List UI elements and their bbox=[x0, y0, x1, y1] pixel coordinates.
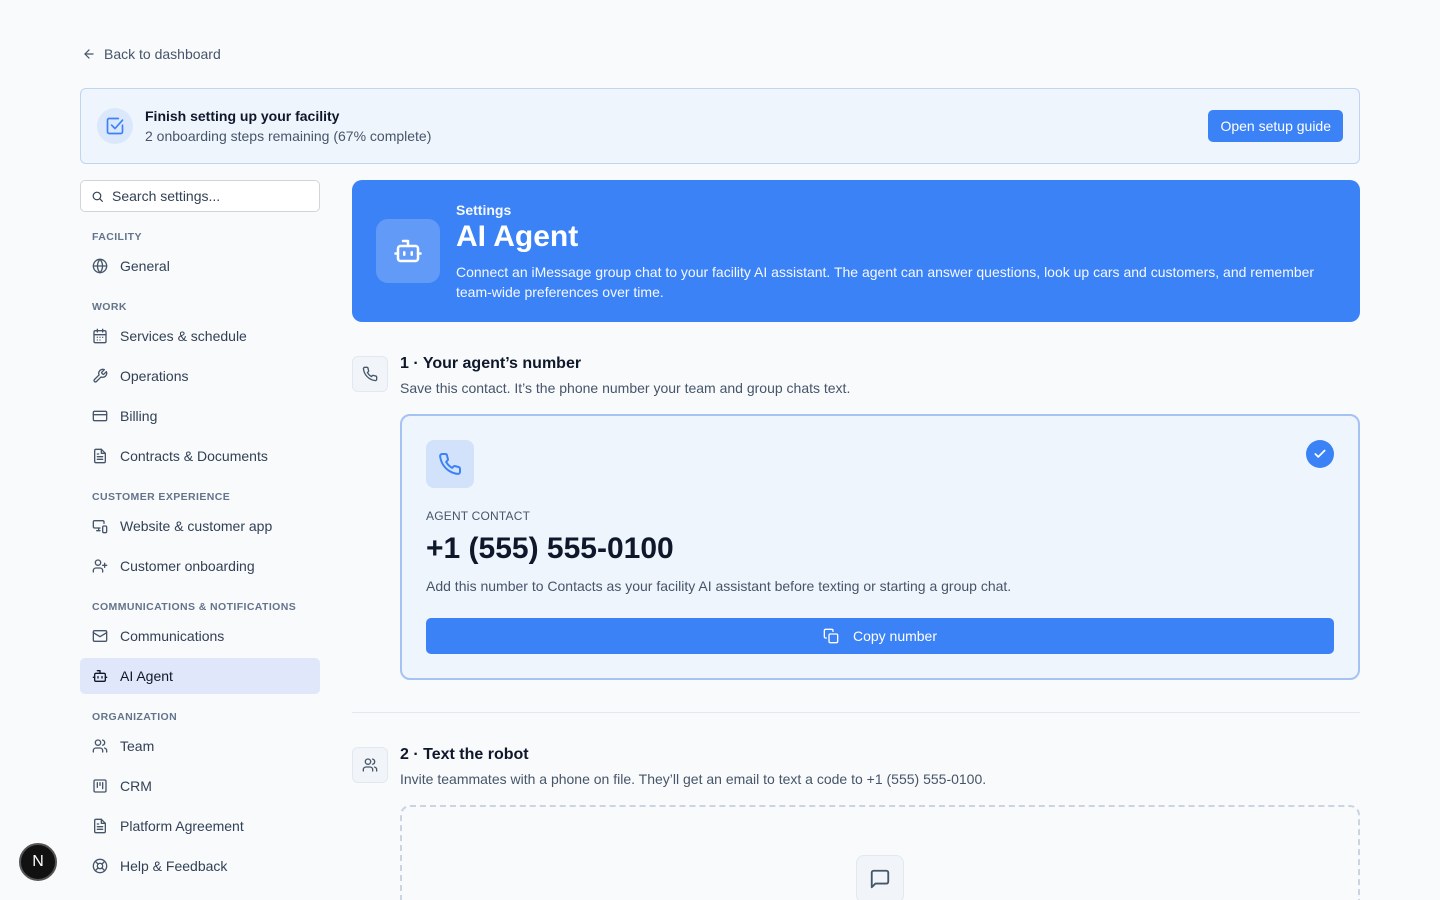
sidebar-item-ai-agent[interactable]: AI Agent bbox=[80, 658, 320, 694]
step2-title: 2 · Text the robot bbox=[400, 746, 529, 763]
lifebuoy-icon bbox=[92, 858, 108, 874]
agent-phone-number: +1 (555) 555-0100 bbox=[426, 532, 674, 565]
search-input[interactable] bbox=[112, 188, 309, 204]
users-icon bbox=[92, 738, 108, 754]
sidebar-item-website-customer-app[interactable]: Website & customer app bbox=[80, 508, 320, 544]
sidebar-item-communications[interactable]: Communications bbox=[80, 618, 320, 654]
ai-agent-hero: Settings AI Agent Connect an iMessage gr… bbox=[352, 180, 1360, 322]
sidebar-item-label: AI Agent bbox=[120, 668, 173, 684]
section-label-communications-notifications: Communications & notifications bbox=[92, 601, 297, 613]
step2-subtitle: Invite teammates with a phone on file. T… bbox=[400, 771, 987, 787]
sidebar-item-label: Services & schedule bbox=[120, 328, 247, 344]
back-link-label: Back to dashboard bbox=[104, 46, 221, 62]
agent-contact-label: Agent contact bbox=[426, 509, 531, 523]
section-divider bbox=[352, 712, 1360, 713]
section-label-work: Work bbox=[92, 301, 127, 313]
text-robot-dropzone bbox=[400, 805, 1360, 900]
step1-subtitle: Save this contact. It’s the phone number… bbox=[400, 380, 851, 396]
sidebar-item-team[interactable]: Team bbox=[80, 728, 320, 764]
section-label-customer-experience: Customer experience bbox=[92, 491, 231, 503]
sidebar-item-general[interactable]: General bbox=[80, 248, 320, 284]
phone-icon bbox=[352, 356, 388, 392]
sidebar-item-operations[interactable]: Operations bbox=[80, 358, 320, 394]
banner-subtitle: 2 onboarding steps remaining (67% comple… bbox=[145, 128, 432, 144]
sidebar-item-billing[interactable]: Billing bbox=[80, 398, 320, 434]
message-square-icon bbox=[856, 855, 904, 900]
sidebar-item-help-feedback[interactable]: Help & Feedback bbox=[80, 848, 320, 884]
user-plus-icon bbox=[92, 558, 108, 574]
check-icon bbox=[1306, 440, 1334, 468]
users-icon bbox=[352, 747, 388, 783]
mail-icon bbox=[92, 628, 108, 644]
copy-number-label: Copy number bbox=[852, 628, 938, 644]
hero-eyebrow: Settings bbox=[456, 202, 512, 218]
sidebar-item-customer-onboarding[interactable]: Customer onboarding bbox=[80, 548, 320, 584]
devices-icon bbox=[92, 518, 108, 534]
sidebar-item-label: Website & customer app bbox=[120, 518, 273, 534]
copy-icon bbox=[823, 628, 839, 644]
sidebar-item-label: Operations bbox=[120, 368, 189, 384]
back-to-dashboard-link[interactable]: Back to dashboard bbox=[82, 46, 221, 62]
banner-title: Finish setting up your facility bbox=[145, 108, 340, 124]
globe-icon bbox=[92, 258, 108, 274]
dev-tools-badge[interactable]: N bbox=[19, 843, 57, 881]
sidebar-item-label: Team bbox=[120, 738, 155, 754]
sidebar-item-label: Communications bbox=[120, 628, 225, 644]
document-icon bbox=[92, 818, 108, 834]
hero-description: Connect an iMessage group chat to your f… bbox=[456, 264, 1315, 300]
credit-card-icon bbox=[92, 408, 108, 424]
section-label-facility: Facility bbox=[92, 231, 142, 243]
checkbox-icon bbox=[97, 108, 133, 144]
page-title: AI Agent bbox=[456, 220, 579, 253]
calendar-icon bbox=[92, 328, 108, 344]
sidebar-item-platform-agreement[interactable]: Platform Agreement bbox=[80, 808, 320, 844]
sidebar-item-label: Billing bbox=[120, 408, 158, 424]
search-box[interactable] bbox=[80, 180, 320, 212]
document-icon bbox=[92, 448, 108, 464]
kanban-icon bbox=[92, 778, 108, 794]
arrow-left-icon bbox=[82, 47, 96, 61]
open-setup-guide-button[interactable]: Open setup guide bbox=[1208, 110, 1343, 142]
sidebar-item-label: CRM bbox=[120, 778, 152, 794]
bot-icon bbox=[376, 219, 440, 283]
search-icon bbox=[91, 190, 104, 203]
section-label-organization: Organization bbox=[92, 711, 178, 723]
sidebar-item-label: Help & Feedback bbox=[120, 858, 228, 874]
sidebar-item-label: Contracts & Documents bbox=[120, 448, 268, 464]
sidebar-item-label: Customer onboarding bbox=[120, 558, 255, 574]
sidebar-item-crm[interactable]: CRM bbox=[80, 768, 320, 804]
phone-icon bbox=[426, 440, 474, 488]
agent-contact-help: Add this number to Contacts as your faci… bbox=[426, 578, 1012, 594]
sidebar-item-contracts-documents[interactable]: Contracts & Documents bbox=[80, 438, 320, 474]
step1-title: 1 · Your agent’s number bbox=[400, 355, 582, 372]
sidebar-item-label: Platform Agreement bbox=[120, 818, 244, 834]
copy-number-button[interactable]: Copy number bbox=[426, 618, 1334, 654]
agent-contact-card: Agent contact +1 (555) 555-0100 Add this… bbox=[400, 414, 1360, 680]
settings-sidebar: Facility General Work Services & schedul… bbox=[80, 180, 320, 884]
sidebar-item-services-schedule[interactable]: Services & schedule bbox=[80, 318, 320, 354]
bot-icon bbox=[92, 668, 108, 684]
wrench-icon bbox=[92, 368, 108, 384]
setup-banner: Finish setting up your facility 2 onboar… bbox=[80, 88, 1360, 164]
sidebar-item-label: General bbox=[120, 258, 170, 274]
